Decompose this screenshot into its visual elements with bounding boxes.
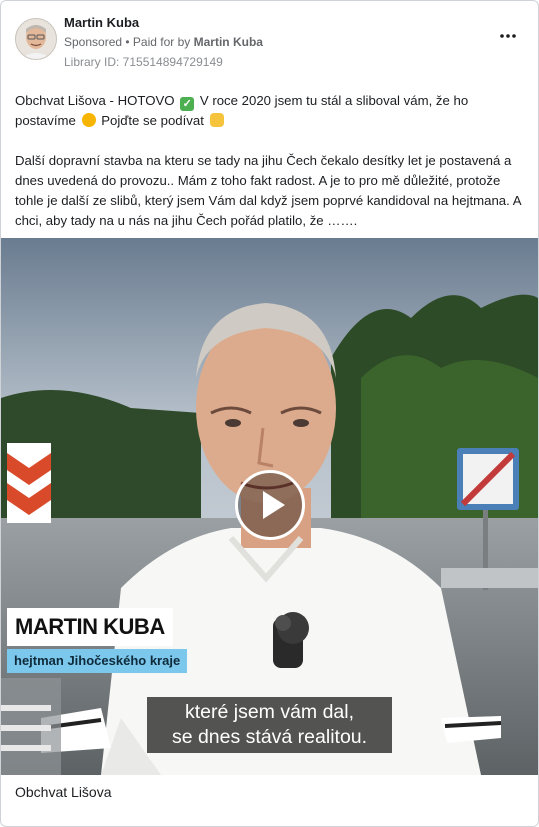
sponsored-meta: Sponsored • Paid for by Martin Kuba [64, 35, 263, 49]
grinning-face-emoji-icon [81, 113, 96, 127]
ad-card: Martin Kuba Sponsored • Paid for by Mart… [0, 0, 539, 827]
post-text-para1: Obchvat Lišova - HOTOVO ✓ V roce 2020 js… [15, 91, 527, 131]
video-role-tag: hejtman Jihočeského kraje [7, 649, 188, 673]
play-button[interactable] [235, 470, 305, 540]
check-mark-emoji-icon: ✓ [180, 97, 195, 111]
more-options-icon[interactable] [498, 29, 518, 43]
sponsored-label: Sponsored [64, 35, 123, 49]
avatar[interactable] [15, 18, 57, 60]
post-text-para2: Další dopravní stavba na kteru se tady n… [15, 153, 521, 228]
video-subtitle: které jsem vám dal, se dnes stává realit… [147, 697, 392, 753]
pointing-down-emoji-icon [209, 113, 224, 127]
paid-for-name[interactable]: Martin Kuba [194, 35, 263, 49]
video-name-tag: MARTIN KUBA [7, 608, 173, 646]
library-id: Library ID: 715514894729149 [64, 55, 223, 69]
play-icon [263, 491, 285, 519]
post-text-cta: Pojďte se podívat [101, 113, 204, 128]
paid-for-label: Paid for by [132, 35, 191, 49]
post-text-title: Obchvat Lišova - HOTOVO [15, 93, 175, 108]
author-name[interactable]: Martin Kuba [64, 15, 139, 30]
video-subtitle-line1: které jsem vám dal, [184, 701, 355, 723]
video-subtitle-line2: se dnes stává realitou. [171, 726, 368, 748]
post-text: Obchvat Lišova - HOTOVO ✓ V roce 2020 js… [15, 91, 527, 251]
link-caption[interactable]: Obchvat Lišova [15, 784, 112, 800]
post-header: Martin Kuba Sponsored • Paid for by Mart… [1, 1, 538, 81]
avatar-portrait [16, 19, 56, 59]
